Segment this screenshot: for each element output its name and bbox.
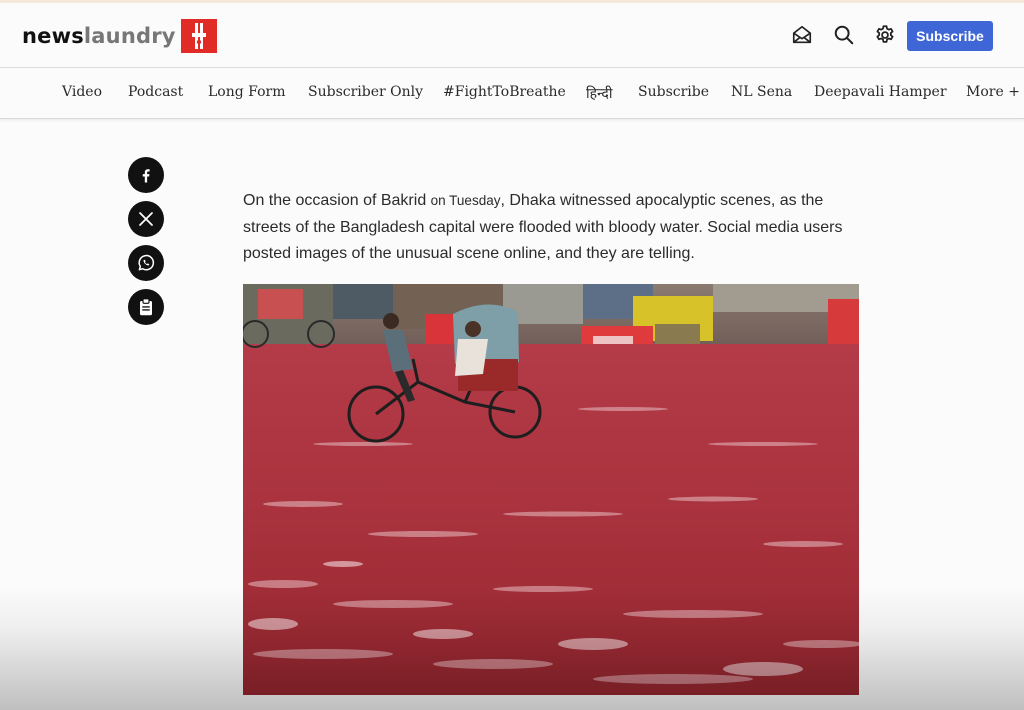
envelope-open-icon[interactable]: [790, 23, 814, 47]
site-header: newslaundry Subscribe: [0, 3, 1024, 68]
article-paragraph: On the occasion of Bakrid on Tuesday, Dh…: [243, 188, 863, 268]
copy-link-button[interactable]: [128, 289, 164, 325]
nav-item-deepavali-hamper[interactable]: Deepavali Hamper: [814, 84, 947, 100]
nav-item-nl-sena[interactable]: NL Sena: [731, 84, 792, 100]
nav-item-subscriber-only[interactable]: Subscriber Only: [308, 84, 423, 100]
nav-item-more[interactable]: More +: [966, 84, 1020, 100]
subscribe-button[interactable]: Subscribe: [907, 21, 993, 51]
nav-item-subscribe[interactable]: Subscribe: [638, 84, 709, 100]
article-photo-flooded-street: [243, 284, 859, 695]
nav-item-podcast[interactable]: Podcast: [128, 84, 183, 100]
share-facebook-button[interactable]: [128, 157, 164, 193]
x-icon: [139, 212, 153, 226]
article-text-part-1: On the occasion of Bakrid: [243, 192, 431, 209]
logo-wordmark: newslaundry: [22, 18, 176, 54]
logo-news: news: [22, 24, 84, 48]
article-text-date: on Tuesday: [430, 193, 501, 208]
category-nav: Video Podcast Long Form Subscriber Only …: [0, 68, 1024, 119]
share-x-button[interactable]: [128, 201, 164, 237]
logo-laundry: laundry: [83, 24, 176, 48]
whatsapp-icon: [138, 254, 155, 271]
nav-item-hindi[interactable]: हिन्दी: [586, 84, 612, 103]
logo-clothespin-icon: [180, 19, 217, 53]
search-icon[interactable]: [832, 23, 856, 47]
nav-item-video[interactable]: Video: [62, 84, 102, 100]
newslaundry-logo[interactable]: newslaundry: [22, 18, 217, 54]
share-whatsapp-button[interactable]: [128, 245, 164, 281]
clipboard-icon: [140, 298, 152, 316]
facebook-icon: [142, 169, 150, 183]
nav-item-fight-to-breathe[interactable]: #FightToBreathe: [443, 84, 566, 100]
nav-item-long-form[interactable]: Long Form: [208, 84, 286, 100]
gear-icon[interactable]: [873, 23, 897, 47]
